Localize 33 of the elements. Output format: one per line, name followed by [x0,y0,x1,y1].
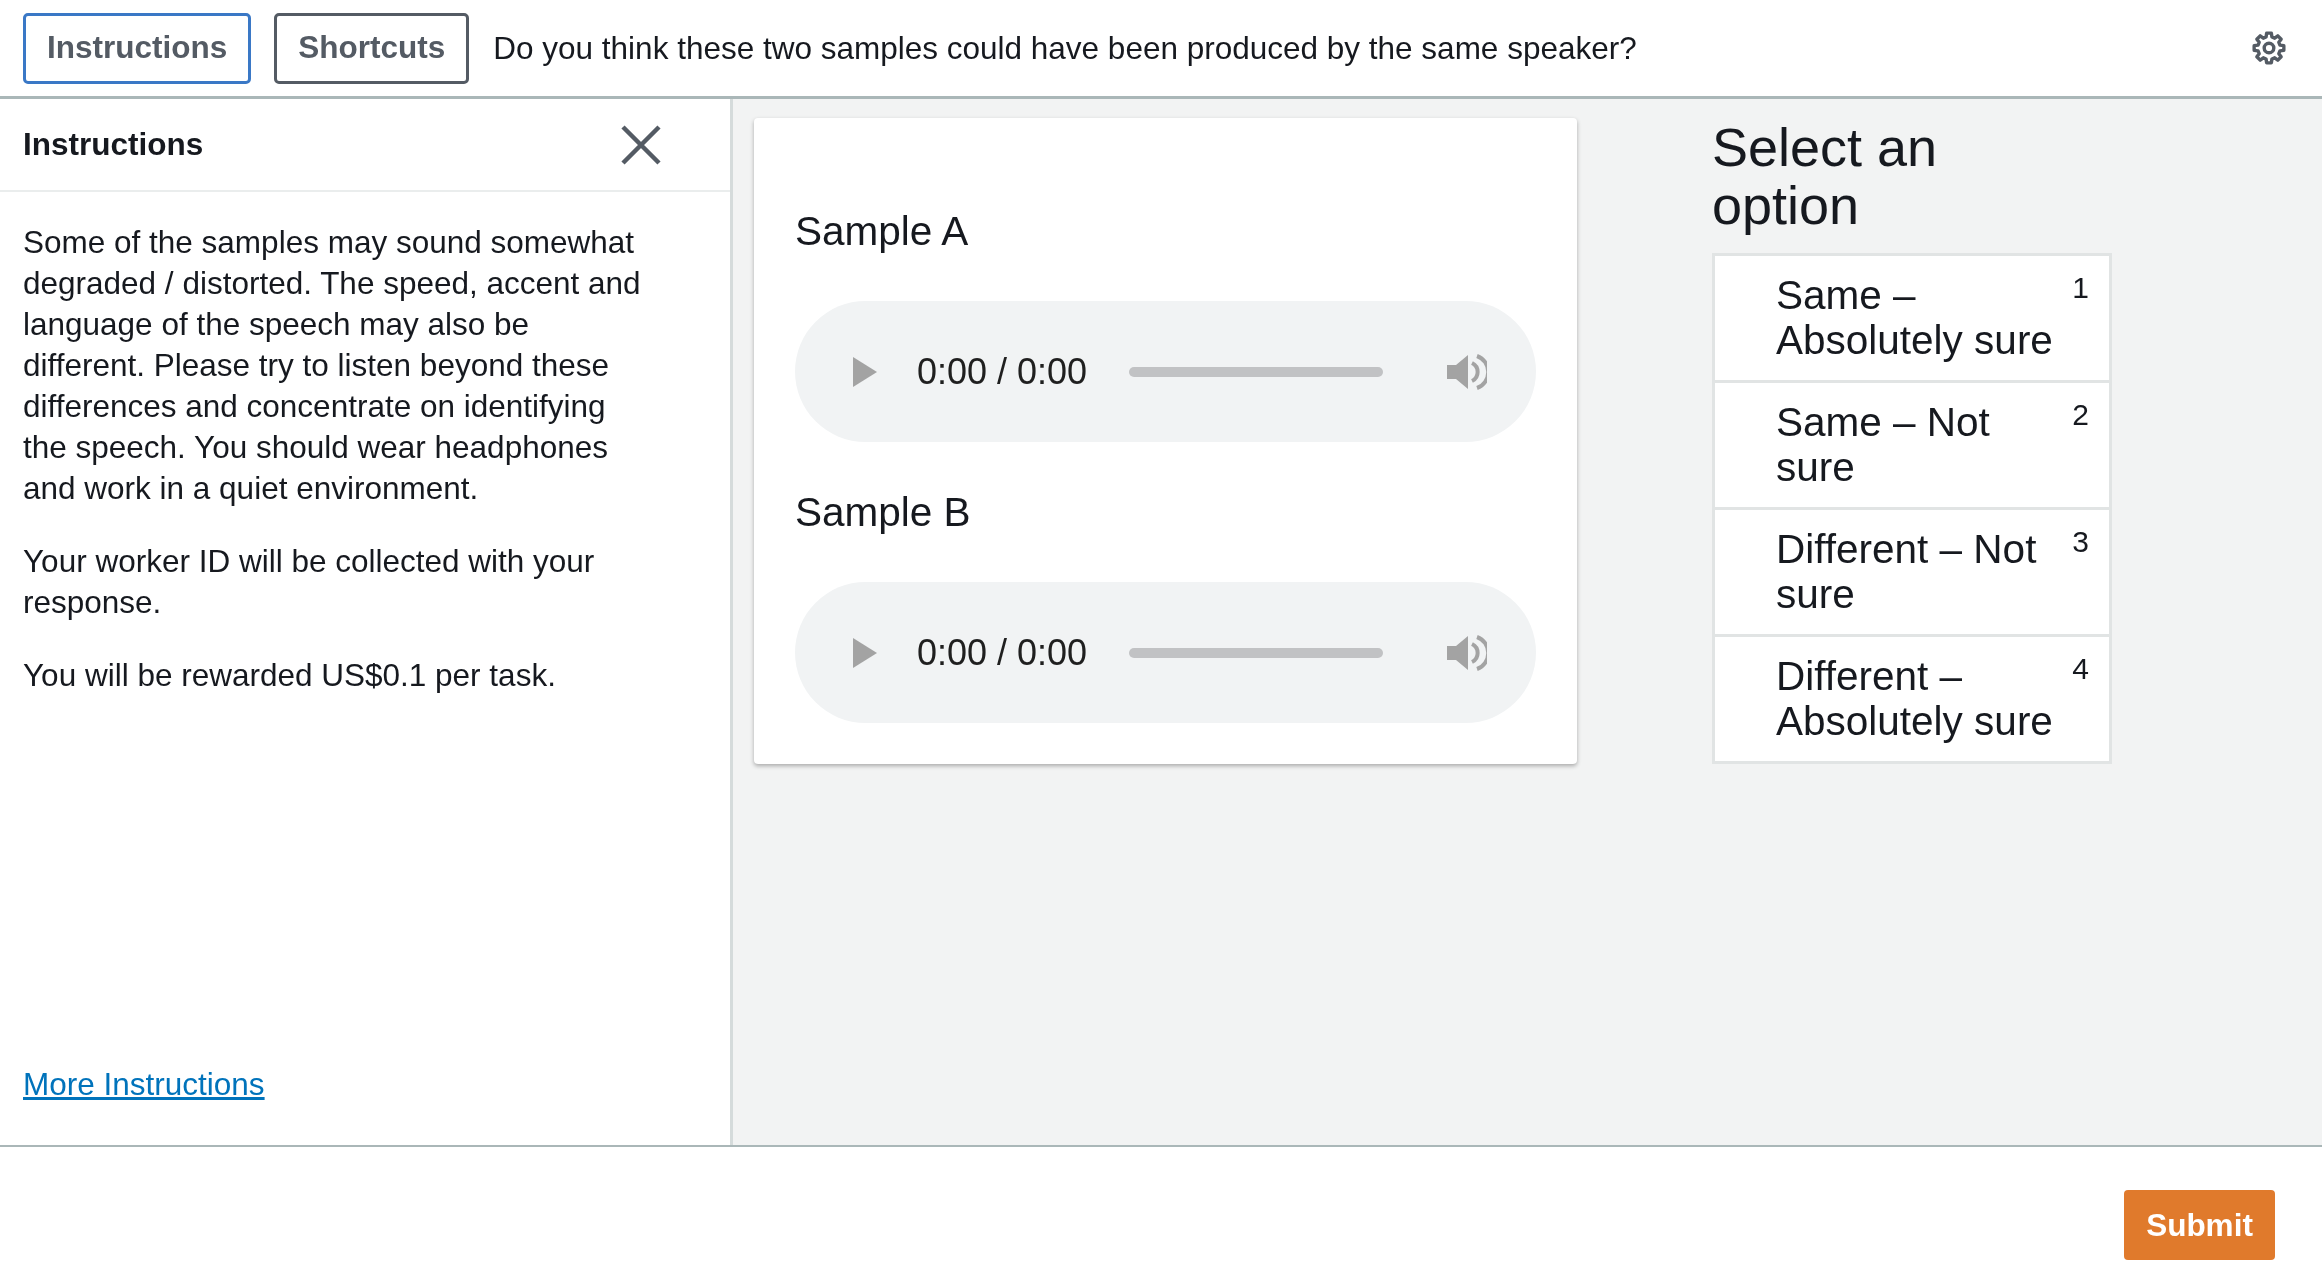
seek-slider[interactable] [1129,366,1384,377]
play-icon[interactable] [853,356,877,387]
shortcut-number: 4 [2072,652,2089,687]
shortcut-number: 2 [2072,398,2089,433]
shortcut-number: 1 [2072,271,2089,306]
option-label: Same – Not sure [1776,400,1991,490]
option-item[interactable]: Different – Absolutely sure 4 [1712,634,2112,764]
close-icon[interactable] [621,124,661,165]
option-item[interactable]: Different – Not sure 3 [1712,507,2112,634]
sample-title: Sample A [795,207,970,255]
option-label: Same – Absolutely sure [1776,273,2054,363]
instruction-text: You will be rewarded US$0.1 per task. [23,656,557,695]
shortcut-number: 3 [2072,525,2089,560]
option-item[interactable]: Same – Not sure 2 [1712,380,2112,507]
tab-button[interactable]: Instructions [23,12,252,84]
time-text: 0:00 / 0:00 [917,631,1088,674]
instruction-text: Some of the samples may sound somewhat degraded / distorted. The speed, accent and language of the speech may also be different. Please try to listen beyond these differences and concentrate on identifying the speech. You should wear headphones and work in a quiet environment. [23,223,642,508]
seek-slider[interactable] [1129,647,1384,658]
sample-title: Sample B [795,488,972,536]
settings-icon[interactable] [2252,31,2286,65]
question-text: Do you think these two samples could have been produced by the same speaker? [493,29,1637,67]
time-text: 0:00 / 0:00 [917,350,1088,393]
option-label: Different – Not sure [1776,527,2038,617]
option-item[interactable]: Same – Absolutely sure 1 [1712,253,2112,380]
volume-icon[interactable] [1447,632,1488,673]
panel-title: Instructions [23,126,204,163]
volume-icon[interactable] [1447,351,1488,392]
play-icon[interactable] [853,637,877,668]
options-heading: Select an option [1712,118,1939,234]
instruction-text: Your worker ID will be collected with your response. [23,542,596,622]
option-label: Different – Absolutely sure [1776,654,2054,744]
instructions-link[interactable]: More Instructions [23,1064,265,1105]
tab-button[interactable]: Shortcuts [274,12,470,84]
